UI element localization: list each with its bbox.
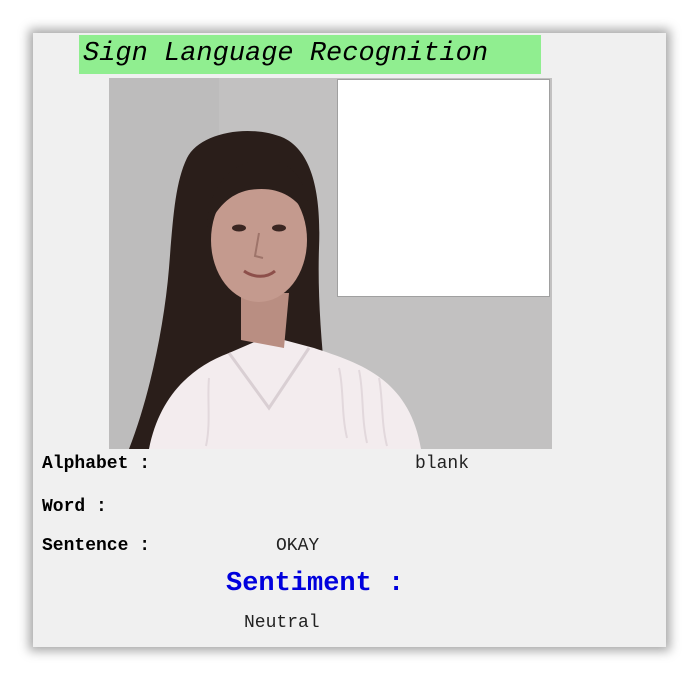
app-title: Sign Language Recognition: [79, 35, 541, 74]
hand-detection-box: [337, 79, 550, 297]
sentiment-label: Sentiment :: [226, 569, 405, 599]
sentence-label: Sentence :: [42, 536, 151, 556]
camera-feed: [109, 78, 552, 449]
sentiment-value: Neutral: [244, 613, 320, 633]
sentence-value: OKAY: [276, 536, 320, 556]
alphabet-label: Alphabet :: [42, 454, 151, 474]
word-label: Word :: [42, 497, 107, 517]
app-window: Sign Language Recognition Alphabet: bla…: [33, 33, 666, 647]
alphabet-value: blank: [415, 454, 470, 474]
